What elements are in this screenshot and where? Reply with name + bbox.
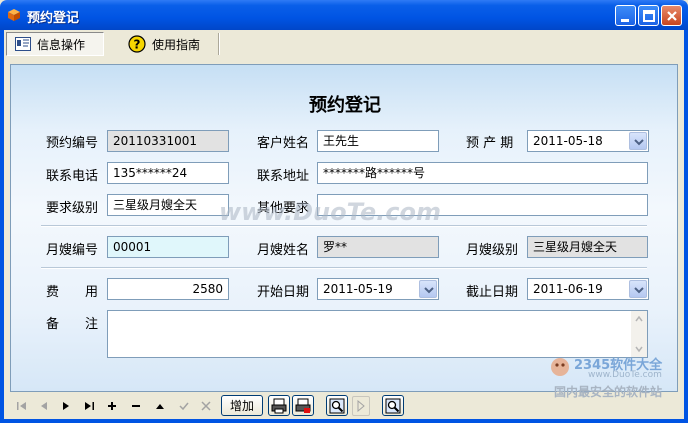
- help-icon: ?: [128, 35, 146, 53]
- magnifier-icon: [329, 398, 345, 413]
- nanny-name-field[interactable]: 罗**: [317, 236, 439, 258]
- customer-name-field[interactable]: 王先生: [317, 130, 439, 152]
- next-record-button[interactable]: [56, 396, 76, 416]
- minus-icon: [132, 405, 140, 407]
- id-card-icon: [15, 37, 31, 51]
- next-record-icon: [63, 402, 69, 410]
- tab-info-operation[interactable]: 信息操作: [6, 32, 104, 56]
- due-date-value: 2011-05-18: [533, 134, 603, 148]
- maximize-icon: [643, 10, 655, 22]
- tab-user-guide[interactable]: ? 使用指南: [120, 32, 208, 56]
- due-date-label: 预 产 期: [466, 136, 514, 151]
- separator: [41, 225, 647, 227]
- scroll-arrows-icon: [635, 315, 643, 353]
- due-date-dropdown-button[interactable]: [629, 132, 647, 150]
- chevron-down-icon: [634, 287, 644, 294]
- address-label: 联系地址: [257, 169, 310, 184]
- fee-label: 费 用: [46, 285, 99, 300]
- prev-record-icon: [41, 402, 47, 410]
- tab-label: 信息操作: [37, 37, 86, 52]
- search-button[interactable]: [382, 395, 404, 416]
- chevron-down-icon: [634, 139, 644, 146]
- find-button[interactable]: [326, 395, 348, 416]
- play-button[interactable]: [352, 396, 370, 416]
- start-date-label: 开始日期: [257, 285, 310, 300]
- post-record-button[interactable]: [174, 396, 194, 416]
- remarks-label: 备 注: [46, 317, 99, 332]
- maximize-button[interactable]: [638, 5, 659, 26]
- phone-field[interactable]: 135******24: [107, 162, 229, 184]
- phone-label: 联系电话: [46, 169, 99, 184]
- nanny-level-label: 月嫂级别: [466, 243, 519, 258]
- print-preview-button[interactable]: [292, 395, 314, 416]
- other-requirements-field[interactable]: [317, 194, 648, 216]
- booking-no-field[interactable]: 20110331001: [107, 130, 229, 152]
- remarks-textarea[interactable]: [107, 310, 648, 358]
- toolbar-divider: [218, 33, 220, 55]
- search-icon: [385, 398, 401, 413]
- start-date-picker[interactable]: 2011-05-19: [317, 278, 439, 300]
- svg-text:?: ?: [134, 38, 141, 52]
- plus-icon: [108, 402, 116, 410]
- start-date-value: 2011-05-19: [323, 282, 393, 296]
- delete-record-button[interactable]: [126, 396, 146, 416]
- record-navigator: 增加: [4, 393, 684, 419]
- insert-record-button[interactable]: [102, 396, 122, 416]
- booking-no-label: 预约编号: [46, 136, 99, 151]
- fee-field[interactable]: 2580: [107, 278, 229, 300]
- tab-toolbar: 信息操作 ? 使用指南: [4, 30, 684, 57]
- end-date-value: 2011-06-19: [533, 282, 603, 296]
- end-date-label: 截止日期: [466, 285, 519, 300]
- play-icon: [357, 400, 365, 412]
- first-record-button[interactable]: [12, 396, 32, 416]
- close-button[interactable]: [661, 5, 682, 26]
- edit-record-button[interactable]: [150, 396, 170, 416]
- other-requirements-label: 其他要求: [257, 201, 310, 216]
- minimize-icon: [621, 19, 629, 22]
- chevron-down-icon: [424, 287, 434, 294]
- form-heading: 预约登记: [309, 95, 381, 116]
- app-cube-icon: [8, 9, 20, 21]
- level-required-label: 要求级别: [46, 201, 99, 216]
- customer-name-label: 客户姓名: [257, 136, 310, 151]
- last-record-button[interactable]: [80, 396, 100, 416]
- nanny-name-label: 月嫂姓名: [257, 243, 310, 258]
- window-frame-bottom: [0, 419, 688, 423]
- end-date-picker[interactable]: 2011-06-19: [527, 278, 649, 300]
- up-triangle-icon: [156, 404, 164, 409]
- printer-red-icon: [295, 398, 311, 413]
- window-frame-left: [0, 30, 4, 423]
- minimize-button[interactable]: [615, 5, 636, 26]
- check-icon: [179, 402, 189, 411]
- nanny-no-label: 月嫂编号: [46, 243, 99, 258]
- start-date-dropdown-button[interactable]: [419, 280, 437, 298]
- separator: [41, 267, 647, 269]
- printer-icon: [271, 398, 287, 413]
- end-date-dropdown-button[interactable]: [629, 280, 647, 298]
- remarks-scrollbar[interactable]: [631, 311, 647, 357]
- cross-icon: [201, 401, 211, 411]
- address-field[interactable]: *******路******号: [317, 162, 648, 184]
- cancel-edit-button[interactable]: [196, 396, 216, 416]
- due-date-picker[interactable]: 2011-05-18: [527, 130, 649, 152]
- nanny-no-field[interactable]: 00001: [107, 236, 229, 258]
- last-record-icon: [85, 402, 94, 410]
- print-button[interactable]: [268, 395, 290, 416]
- booking-form-panel: 预约登记 预约编号 20110331001 客户姓名 王先生 预 产 期 201…: [10, 64, 678, 392]
- window-title: 预约登记: [27, 11, 80, 26]
- level-required-field[interactable]: 三星级月嫂全天: [107, 194, 229, 216]
- close-icon: [667, 11, 677, 21]
- add-button[interactable]: 增加: [221, 395, 263, 416]
- title-bar[interactable]: 预约登记: [0, 0, 688, 30]
- nanny-level-field[interactable]: 三星级月嫂全天: [527, 236, 648, 258]
- first-record-icon: [17, 402, 26, 410]
- window-frame-right: [684, 30, 688, 423]
- prev-record-button[interactable]: [34, 396, 54, 416]
- tab-label: 使用指南: [152, 37, 201, 52]
